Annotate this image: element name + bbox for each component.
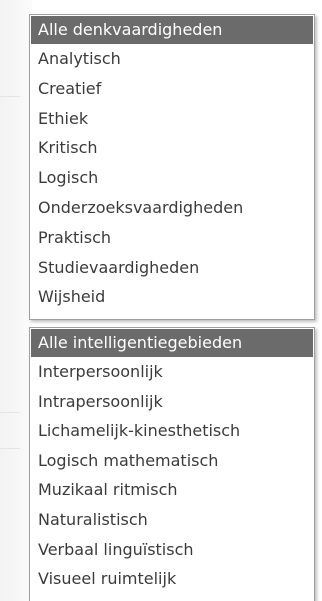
option-studievaardigheden[interactable]: Studievaardigheden [30, 253, 314, 283]
option-muzikaal-ritmisch[interactable]: Muzikaal ritmisch [30, 475, 314, 505]
page: Alle denkvaardigheden Analytisch Creatie… [0, 0, 322, 601]
option-kritisch[interactable]: Kritisch [30, 133, 314, 163]
option-creatief[interactable]: Creatief [30, 74, 314, 104]
background-divider [0, 412, 20, 413]
option-visueel-ruimtelijk[interactable]: Visueel ruimtelijk [30, 564, 314, 594]
thinking-skills-dropdown-list[interactable]: Alle denkvaardigheden Analytisch Creatie… [29, 14, 315, 320]
option-verbaal-linguistisch[interactable]: Verbaal linguïstisch [30, 535, 314, 565]
option-intrapersoonlijk[interactable]: Intrapersoonlijk [30, 387, 314, 417]
background-divider [0, 96, 20, 97]
option-wijsheid[interactable]: Wijsheid [30, 282, 314, 312]
option-ethiek[interactable]: Ethiek [30, 104, 314, 134]
option-all-thinking-skills[interactable]: Alle denkvaardigheden [31, 16, 313, 44]
option-lichamelijk-kinesthetisch[interactable]: Lichamelijk-kinesthetisch [30, 416, 314, 446]
background-divider [0, 448, 20, 449]
option-praktisch[interactable]: Praktisch [30, 223, 314, 253]
option-interpersoonlijk[interactable]: Interpersoonlijk [30, 357, 314, 387]
option-logisch-mathematisch[interactable]: Logisch mathematisch [30, 446, 314, 476]
background-page-edge [0, 0, 32, 601]
option-naturalistisch[interactable]: Naturalistisch [30, 505, 314, 535]
option-logisch[interactable]: Logisch [30, 163, 314, 193]
option-all-intelligence-areas[interactable]: Alle intelligentiegebieden [31, 329, 313, 357]
option-onderzoeksvaardigheden[interactable]: Onderzoeksvaardigheden [30, 193, 314, 223]
option-analytisch[interactable]: Analytisch [30, 44, 314, 74]
intelligence-areas-dropdown-list[interactable]: Alle intelligentiegebieden Interpersoonl… [29, 327, 315, 601]
